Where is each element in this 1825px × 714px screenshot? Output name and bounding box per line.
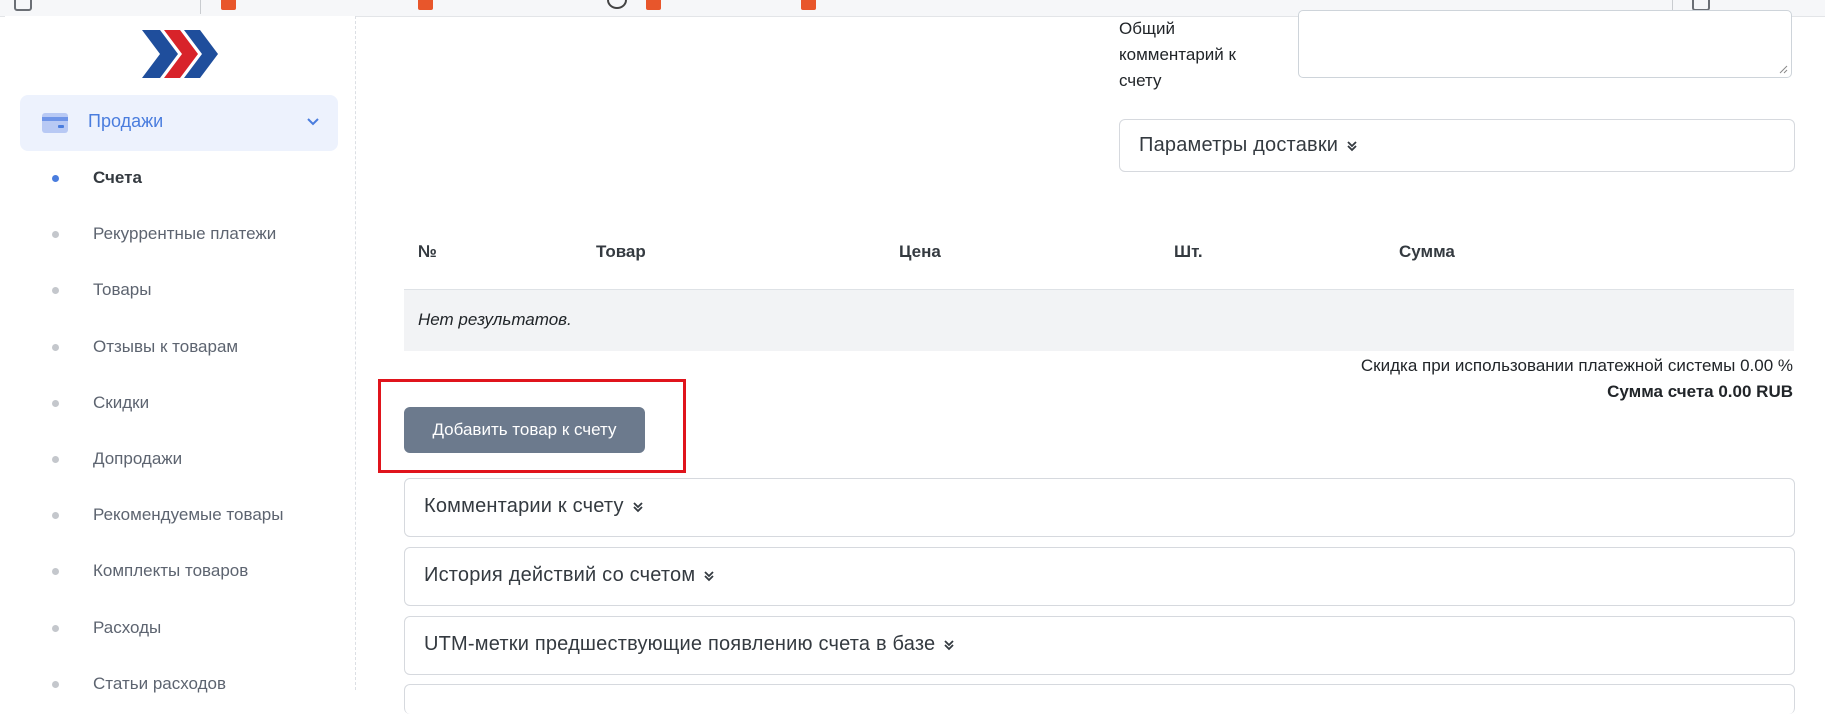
accordion-title: UTM-метки предшествующие появлению счета… [424,633,955,656]
column-header-number: № [418,242,437,261]
bookmark-icon[interactable] [14,0,32,11]
sidebar-item-label: Скидки [93,392,150,412]
bookmark-favicon[interactable] [801,0,816,10]
bookmark-favicon[interactable] [646,0,661,10]
sidebar: Продажи Счета Рекуррентные платежи Товар… [5,16,356,693]
globe-icon[interactable] [607,0,627,9]
double-chevron-down-icon [633,502,643,512]
double-chevron-down-icon [944,640,954,650]
sidebar-item-label: Рекуррентные платежи [93,224,277,244]
bookmark-favicon[interactable] [221,0,236,10]
comment-field-label: Общий комментарий к счету [1119,19,1236,90]
sidebar-item-expenses[interactable]: Расходы [5,602,355,658]
bullet-icon [52,343,59,351]
sidebar-nav: Счета Рекуррентные платежи Товары Отзывы… [5,152,355,714]
resize-handle-icon[interactable] [1779,65,1788,74]
sidebar-item-products[interactable]: Товары [5,264,355,320]
sidebar-item-label: Счета [93,168,142,187]
sidebar-item-upsells[interactable]: Допродажи [5,433,355,489]
invoice-history-accordion[interactable]: История действий со счетом [404,547,1795,606]
company-logo[interactable] [140,30,220,78]
bullet-icon [52,512,59,520]
column-header-price: Цена [899,242,941,261]
sidebar-item-invoices[interactable]: Счета [5,152,355,208]
sidebar-item-expense-categories[interactable]: Статьи расходов [5,658,355,714]
table-row: Нет результатов. [404,290,1794,351]
bullet-icon [52,287,59,295]
sidebar-item-label: Расходы [93,617,162,637]
bullet-icon [52,680,59,688]
sidebar-item-product-reviews[interactable]: Отзывы к товарам [5,321,355,377]
main-content: Общий комментарий к счету Параметры дост… [356,10,1825,714]
accordion-title: История действий со счетом [424,564,715,587]
sidebar-item-product-bundles[interactable]: Комплекты товаров [5,545,355,601]
sidebar-item-discounts[interactable]: Скидки [5,377,355,433]
column-header-product: Товар [596,242,646,261]
sidebar-item-label: Комплекты товаров [93,561,249,581]
sidebar-item-label: Допродажи [93,448,183,468]
accordion-title: Параметры доставки [1139,134,1358,157]
bullet-icon [52,624,59,632]
bullet-icon [52,175,59,182]
double-chevron-down-icon [704,571,714,581]
separator [200,0,201,14]
column-header-quantity: Шт. [1174,242,1203,261]
accordion-title: Комментарии к счету [424,495,644,518]
invoice-total: Сумма счета 0.00 RUB [1607,382,1793,401]
sidebar-group-sales[interactable]: Продажи [20,95,338,151]
delivery-params-accordion[interactable]: Параметры доставки [1119,119,1795,172]
sidebar-item-label: Статьи расходов [93,673,227,693]
bullet-icon [52,231,59,239]
sidebar-item-label: Рекомендуемые товары [93,505,284,525]
column-header-sum: Сумма [1399,242,1455,261]
chevron-down-icon [307,118,319,126]
invoice-comment-textarea[interactable] [1298,10,1792,78]
double-chevron-down-icon [1347,141,1357,151]
empty-results-text: Нет результатов. [418,310,572,329]
table-header-row: № Товар Цена Шт. Сумма [404,216,1794,290]
utm-tags-accordion[interactable]: UTM-метки предшествующие появлению счета… [404,616,1795,675]
sidebar-group-label: Продажи [88,111,164,131]
sidebar-item-label: Товары [93,280,152,300]
credit-card-icon [42,113,68,133]
sidebar-item-label: Отзывы к товарам [93,336,239,356]
bullet-icon [52,399,59,407]
bullet-icon [52,455,59,463]
invoice-comments-accordion[interactable]: Комментарии к счету [404,478,1795,537]
sidebar-item-recommended-products[interactable]: Рекомендуемые товары [5,489,355,545]
invoice-items-table: № Товар Цена Шт. Сумма Нет результатов. [404,216,1794,351]
payment-system-discount: Скидка при использовании платежной систе… [1360,356,1793,375]
bullet-icon [52,568,59,576]
next-accordion-partial[interactable] [404,684,1795,714]
sidebar-item-recurring-payments[interactable]: Рекуррентные платежи [5,208,355,264]
bookmark-favicon[interactable] [418,0,433,10]
add-product-to-invoice-button[interactable]: Добавить товар к счету [404,407,645,453]
